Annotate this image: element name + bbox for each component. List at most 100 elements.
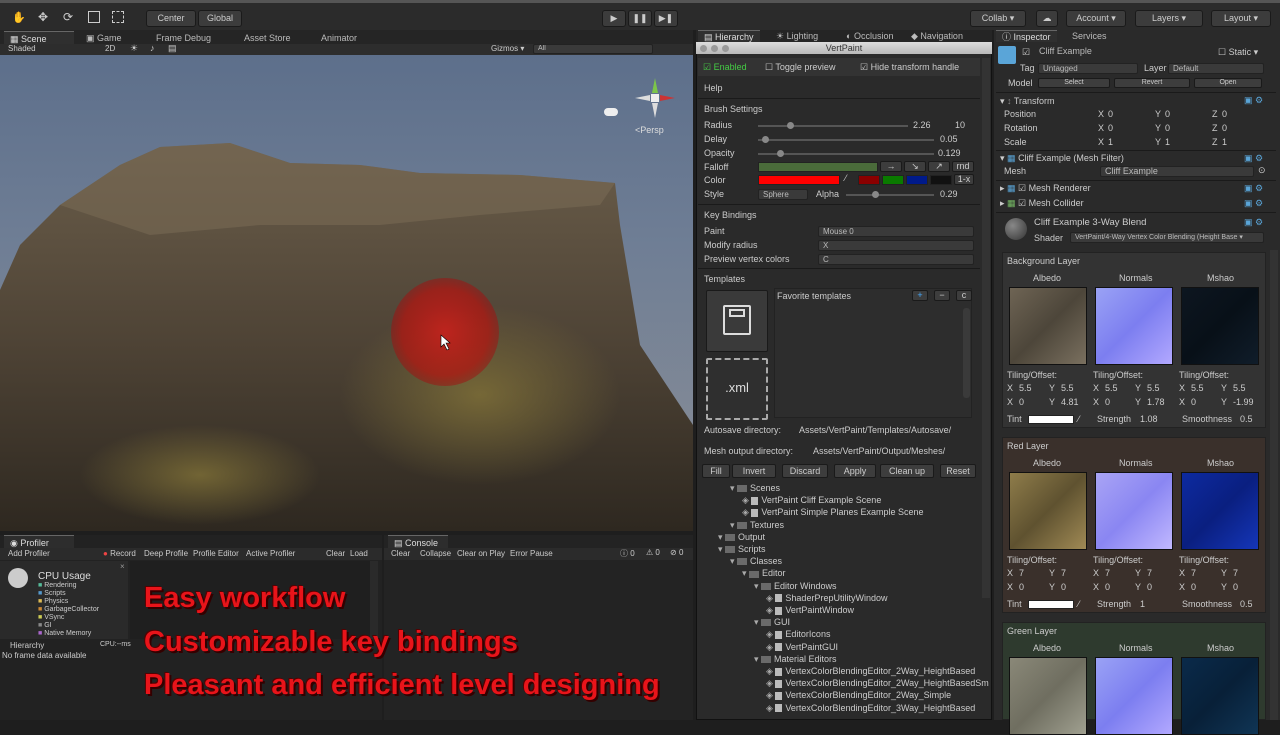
radius-slider[interactable] — [758, 125, 908, 127]
shader-dropdown[interactable]: VertPaint/4-Way Vertex Color Blending (H… — [1070, 232, 1264, 243]
tiling-offset-field[interactable]: 0 — [1061, 582, 1066, 592]
model-open-button[interactable]: Open — [1194, 78, 1262, 88]
remove-template-button[interactable]: − — [934, 290, 950, 301]
tiling-offset-field[interactable]: 0 — [1233, 582, 1238, 592]
help-foldout[interactable]: Help — [704, 83, 723, 93]
delay-slider-knob[interactable] — [762, 136, 769, 143]
console-clear-button[interactable]: Clear — [391, 549, 410, 558]
tag-dropdown[interactable]: Untagged — [1038, 63, 1138, 74]
preview-vertex-colors-dropdown[interactable]: C — [818, 254, 974, 265]
autosave-directory-field[interactable]: Assets/VertPaint/Templates/Autosave/ — [799, 425, 951, 435]
texture-thumbnail[interactable] — [1009, 472, 1087, 550]
tree-file-item[interactable]: ◈ VertPaint Cliff Example Scene — [742, 495, 881, 506]
transform-position-z-field[interactable]: 0 — [1222, 109, 1227, 119]
transform-rotation-y-field[interactable]: 0 — [1165, 123, 1170, 133]
tree-folder-item[interactable]: ▾ GUI — [754, 617, 790, 628]
rotate-tool-icon[interactable]: ⟳ — [63, 10, 77, 24]
tree-folder-item[interactable]: ▾ Editor Windows — [754, 581, 837, 592]
strength-field[interactable]: 1 — [1140, 599, 1145, 609]
favorite-templates-list[interactable] — [774, 288, 972, 418]
swatch-dark-red[interactable] — [858, 175, 880, 185]
tiling-offset-field[interactable]: 5.5 — [1019, 383, 1032, 393]
modify-radius-dropdown[interactable]: X — [818, 240, 974, 251]
smoothness-field[interactable]: 0.5 — [1240, 414, 1253, 424]
tiling-offset-field[interactable]: 0 — [1019, 582, 1024, 592]
clean-up-button[interactable]: Clean up — [880, 464, 934, 478]
console-warning-count[interactable]: ⚠ 0 — [646, 548, 660, 557]
opacity-slider[interactable] — [758, 153, 934, 155]
rect-tool-icon[interactable] — [112, 11, 124, 23]
shading-mode-dropdown[interactable]: Shaded — [8, 44, 36, 53]
tab-services[interactable]: Services — [1066, 30, 1113, 42]
scale-tool-icon[interactable] — [88, 11, 100, 23]
color-field[interactable] — [758, 175, 840, 185]
window-close-icon[interactable] — [700, 45, 707, 52]
transform-scale-z-field[interactable]: 1 — [1222, 137, 1227, 147]
tree-folder-item[interactable]: ▾ Material Editors — [754, 654, 837, 665]
tab-navigation[interactable]: ◆ Navigation — [905, 30, 969, 42]
tiling-offset-field[interactable]: 0 — [1105, 582, 1110, 592]
model-revert-button[interactable]: Revert — [1114, 78, 1190, 88]
pivot-center-button[interactable]: Center — [146, 10, 196, 27]
hierarchy-view-dropdown[interactable]: Hierarchy — [10, 641, 44, 650]
tree-file-item[interactable]: ◈ VertexColorBlendingEditor_2Way_Simple — [766, 690, 951, 701]
transform-rotation-x-field[interactable]: 0 — [1108, 123, 1113, 133]
tree-file-item[interactable]: ◈ ShaderPrepUtilityWindow — [766, 593, 887, 604]
tree-file-item[interactable]: ◈ VertPaintWindow — [766, 605, 854, 616]
tiling-offset-field[interactable]: 7 — [1105, 568, 1110, 578]
falloff-linear-button[interactable]: → — [880, 161, 902, 172]
transform-position-x-field[interactable]: 0 — [1108, 109, 1113, 119]
hide-transform-handle-toggle[interactable]: ☑ Hide transform handle — [860, 62, 959, 73]
tiling-offset-field[interactable]: 4.81 — [1061, 397, 1079, 407]
mesh-picker-icon[interactable]: ⊙ — [1258, 165, 1266, 176]
alpha-slider-knob[interactable] — [872, 191, 879, 198]
profiler-clear-button[interactable]: Clear — [326, 549, 345, 558]
tiling-offset-field[interactable]: 0 — [1105, 397, 1110, 407]
profiler-close-icon[interactable]: × — [120, 562, 125, 571]
transform-position-y-field[interactable]: 0 — [1165, 109, 1170, 119]
pivot-global-button[interactable]: Global — [198, 10, 242, 27]
tree-file-item[interactable]: ◈ VertexColorBlendingEditor_3Way_HeightB… — [766, 703, 975, 714]
hand-tool-icon[interactable]: ✋ — [12, 11, 26, 25]
material-name[interactable]: Cliff Example 3-Way Blend — [1034, 217, 1146, 228]
cpu-usage-title[interactable]: CPU Usage — [38, 571, 91, 582]
opacity-slider-knob[interactable] — [777, 150, 784, 157]
tiling-offset-field[interactable]: 0 — [1191, 582, 1196, 592]
layout-button[interactable]: Layout ▾ — [1211, 10, 1271, 27]
vertpaint-titlebar[interactable]: VertPaint — [696, 42, 992, 54]
fill-button[interactable]: Fill — [702, 464, 730, 478]
tiling-offset-field[interactable]: 7 — [1191, 568, 1196, 578]
falloff-curve-field[interactable] — [758, 162, 878, 172]
scene-orientation-gizmo[interactable] — [630, 73, 680, 123]
material-settings-icon[interactable]: ▣ ⚙ — [1244, 217, 1263, 228]
add-template-button[interactable]: + — [912, 290, 928, 301]
tree-file-item[interactable]: ◈ VertexColorBlendingEditor_2Way_HeightB… — [766, 678, 989, 689]
tab-game[interactable]: ▣ Game — [80, 31, 128, 45]
tree-folder-item[interactable]: ▾ Scripts — [718, 544, 766, 555]
layers-button[interactable]: Layers ▾ — [1135, 10, 1203, 27]
tab-hierarchy[interactable]: ▤ Hierarchy — [698, 30, 760, 42]
tiling-offset-field[interactable]: 7 — [1019, 568, 1024, 578]
invert-button[interactable]: Invert — [732, 464, 776, 478]
transform-settings-icon[interactable]: ▣ ⚙ — [1244, 95, 1263, 106]
inspector-scrollbar[interactable] — [1270, 250, 1278, 720]
mesh-filter-settings-icon[interactable]: ▣ ⚙ — [1244, 153, 1263, 164]
radius-max[interactable]: 10 — [955, 120, 965, 130]
effects-toggle-icon[interactable]: ▤ — [168, 43, 177, 54]
tiling-offset-field[interactable]: 1.78 — [1147, 397, 1165, 407]
tree-folder-item[interactable]: ▾ Output — [718, 532, 765, 543]
tiling-offset-field[interactable]: 5.5 — [1061, 383, 1074, 393]
swatch-blue[interactable] — [906, 175, 928, 185]
delay-slider[interactable] — [758, 139, 934, 141]
lighting-toggle-icon[interactable]: ☀ — [130, 43, 138, 54]
tab-occlusion[interactable]: ◐ Occlusion — [840, 30, 899, 42]
tint-color-field[interactable] — [1028, 600, 1074, 609]
texture-thumbnail[interactable] — [1095, 472, 1173, 550]
console-error-pause-toggle[interactable]: Error Pause — [510, 549, 553, 558]
cloud-icon[interactable]: ☁ — [1036, 10, 1058, 27]
style-dropdown[interactable]: Sphere — [758, 189, 808, 200]
texture-thumbnail[interactable] — [1095, 657, 1173, 735]
alpha-slider[interactable] — [846, 194, 934, 196]
console-collapse-toggle[interactable]: Collapse — [420, 549, 451, 558]
record-toggle[interactable]: ● Record — [103, 549, 136, 558]
